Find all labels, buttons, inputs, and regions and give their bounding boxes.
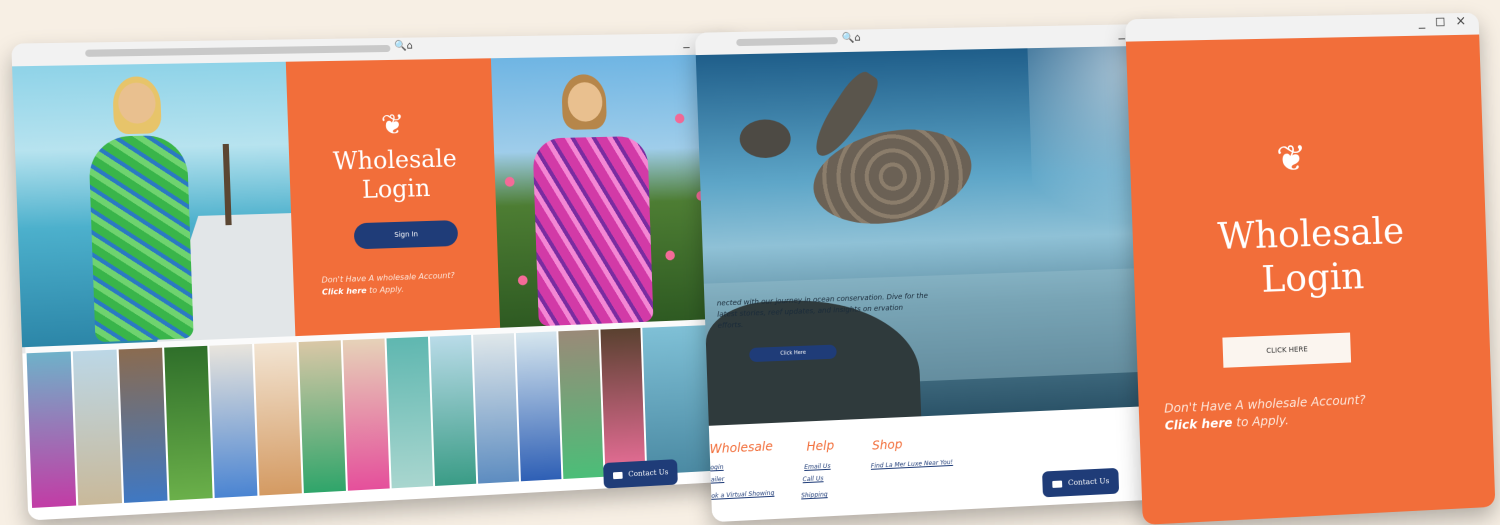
footer-heading-wholesale: Wholesale bbox=[709, 439, 774, 457]
wholesale-login-panel: ❦ Wholesale Login Sign In Don't Have A w… bbox=[285, 58, 505, 337]
sea-turtle-photo: nected with our journey in ocean conserv… bbox=[695, 45, 1191, 426]
title-line-2: Login bbox=[361, 174, 431, 204]
coral-logo-icon: ❦ bbox=[380, 107, 405, 142]
apply-link[interactable]: Click here bbox=[322, 286, 367, 297]
product-thumbnail-strip bbox=[22, 323, 756, 521]
green-print-dress bbox=[88, 134, 194, 343]
address-bar[interactable] bbox=[85, 44, 391, 57]
footer-link-find-store[interactable]: Find La Mer Luxe Near You! bbox=[871, 459, 953, 470]
site-footer: Wholesale ogin ailer ok a Virtual Showin… bbox=[708, 404, 1194, 523]
product-thumb[interactable] bbox=[515, 331, 562, 482]
no-account-text: Don't Have A wholesale Account? bbox=[321, 270, 455, 285]
product-thumb[interactable] bbox=[429, 334, 477, 486]
footer-link-shipping[interactable]: Shipping bbox=[801, 491, 828, 499]
product-thumb[interactable] bbox=[118, 347, 168, 503]
contact-us-button[interactable]: Contact Us bbox=[1042, 467, 1120, 498]
product-thumb[interactable] bbox=[209, 343, 258, 498]
contact-label: Contact Us bbox=[628, 467, 669, 479]
product-thumb[interactable] bbox=[473, 333, 519, 484]
search-home-icons[interactable]: 🔍⌂ bbox=[842, 33, 861, 44]
footer-heading-shop: Shop bbox=[871, 437, 903, 453]
login-title: Wholesale Login bbox=[1132, 208, 1488, 308]
product-thumb[interactable] bbox=[254, 342, 302, 496]
resort-photo bbox=[12, 61, 301, 348]
product-thumb[interactable] bbox=[558, 329, 604, 479]
turtle-head bbox=[739, 118, 792, 159]
no-account-text: Don't Have A wholesale Account? bbox=[1163, 392, 1366, 416]
product-thumb[interactable] bbox=[72, 349, 123, 506]
apply-text: Don't Have A wholesale Account? Click he… bbox=[1164, 388, 1463, 435]
coral-logo-icon: ❦ bbox=[1275, 138, 1308, 180]
footer-link-email[interactable]: Email Us bbox=[804, 463, 831, 471]
apply-suffix: to Apply. bbox=[366, 284, 405, 296]
pink-print-dress bbox=[532, 135, 654, 327]
address-bar[interactable] bbox=[736, 37, 838, 47]
sign-in-button[interactable]: Sign In bbox=[353, 220, 459, 250]
footer-heading-help: Help bbox=[806, 438, 835, 454]
rose bbox=[517, 275, 528, 286]
apply-link[interactable]: Click here bbox=[1165, 416, 1233, 433]
footer-link[interactable]: ailer bbox=[711, 476, 725, 484]
login-page: ❦ Wholesale Login CLICK HERE Don't Have … bbox=[1125, 34, 1496, 525]
hero-section: ❦ Wholesale Login Sign In Don't Have A w… bbox=[12, 54, 750, 348]
product-thumb[interactable] bbox=[298, 340, 346, 494]
apply-text: Don't Have A wholesale Account? Click he… bbox=[321, 268, 499, 298]
chat-icon bbox=[1052, 480, 1063, 488]
product-thumb[interactable] bbox=[386, 336, 434, 489]
rose bbox=[665, 250, 676, 261]
rose bbox=[674, 113, 685, 124]
footer-link-call[interactable]: Call Us bbox=[802, 475, 823, 483]
browser-window-wholesale-login: _ ◻ × ❦ Wholesale Login CLICK HERE Don't… bbox=[1125, 12, 1496, 525]
chat-icon bbox=[612, 471, 623, 479]
product-thumb[interactable] bbox=[600, 327, 646, 477]
footer-link[interactable]: ogin bbox=[710, 464, 724, 472]
login-title: Wholesale Login bbox=[289, 143, 501, 207]
search-home-icons[interactable]: 🔍⌂ bbox=[394, 41, 413, 52]
browser-window-wholesale-home: 🔍⌂ _ ◻ × ❦ Wholesale Login Sign In Don't… bbox=[11, 32, 756, 521]
contact-label: Contact Us bbox=[1067, 476, 1110, 488]
product-thumb[interactable] bbox=[164, 345, 213, 501]
product-thumb[interactable] bbox=[26, 351, 77, 508]
contact-us-button[interactable]: Contact Us bbox=[603, 459, 679, 489]
apply-suffix: to Apply. bbox=[1232, 413, 1290, 430]
rose bbox=[504, 176, 515, 187]
footer-link[interactable]: ok a Virtual Showing bbox=[711, 490, 774, 500]
palm-tree bbox=[222, 143, 232, 226]
product-thumb[interactable] bbox=[342, 338, 390, 491]
window-controls[interactable]: _ ◻ × bbox=[1418, 14, 1469, 30]
click-here-button[interactable]: CLICK HERE bbox=[1222, 332, 1352, 368]
browser-window-ocean-conservation: 🔍⌂ _ ◻ × nected with our journey in ocea… bbox=[694, 23, 1194, 523]
